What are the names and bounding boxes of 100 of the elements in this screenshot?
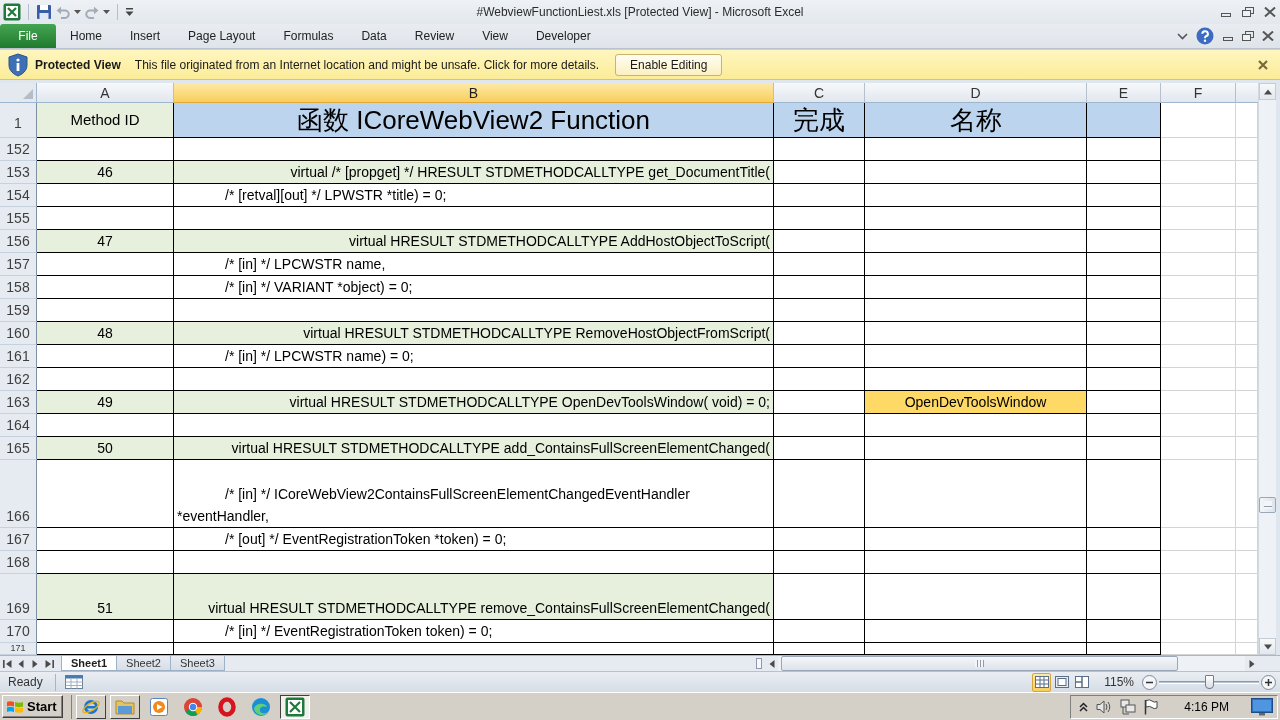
ribbon-tab[interactable]: View xyxy=(468,24,522,48)
row-header[interactable]: 169 xyxy=(0,574,37,620)
speaker-icon[interactable] xyxy=(1096,699,1113,714)
scroll-thumb[interactable] xyxy=(1259,496,1276,513)
row-header[interactable]: 171 xyxy=(0,643,37,655)
row-header[interactable]: 166 xyxy=(0,460,37,528)
dropdown-icon[interactable] xyxy=(125,8,134,16)
close-icon[interactable] xyxy=(1264,7,1276,17)
row-header[interactable]: 161 xyxy=(0,345,37,368)
row-header[interactable]: 157 xyxy=(0,253,37,276)
normal-view-button[interactable] xyxy=(1032,672,1052,692)
arrow-right-icon xyxy=(31,659,39,668)
column-title: 名称 xyxy=(865,103,1087,138)
sheet-tab[interactable]: Sheet2 xyxy=(116,656,171,671)
arrow-right-icon xyxy=(1247,659,1256,668)
column-header[interactable]: B xyxy=(174,83,774,103)
split-handle[interactable] xyxy=(756,658,762,669)
plus-icon xyxy=(1261,674,1276,690)
status-text: Ready xyxy=(8,675,43,689)
column-header[interactable]: C xyxy=(774,83,865,103)
table-cell: /* [in] */ LPCWSTR name, xyxy=(174,253,774,276)
table-cell: virtual HRESULT STDMETHODCALLTYPE add_ContainsFullScreenElementChanged( xyxy=(174,437,774,460)
close-icon[interactable] xyxy=(1262,31,1274,41)
close-icon[interactable] xyxy=(1258,59,1268,70)
table-cell: /* [in] */ EventRegistrationToken token) = 0; xyxy=(174,620,774,643)
table-cell: virtual HRESULT STDMETHODCALLTYPE remove_ContainsFullScreenElementChanged( xyxy=(174,574,774,620)
column-header[interactable]: D xyxy=(865,83,1087,103)
start-flag-icon xyxy=(6,698,24,715)
row-header[interactable]: 162 xyxy=(0,368,37,391)
desktop-icon[interactable] xyxy=(1251,697,1273,716)
ribbon-tab[interactable]: Home xyxy=(56,24,116,48)
column-title: 函数 ICoreWebView2 Function xyxy=(174,103,774,138)
row-header[interactable]: 159 xyxy=(0,299,37,322)
sheet-tab[interactable]: Sheet3 xyxy=(169,656,225,671)
caret-icon[interactable] xyxy=(103,10,110,14)
column-header[interactable]: A xyxy=(37,83,174,103)
ribbon-tab[interactable]: Formulas xyxy=(269,24,348,48)
table-cell: /* [in] */ VARIANT *object) = 0; xyxy=(174,276,774,299)
ribbon-tab[interactable]: Data xyxy=(347,24,401,48)
row-header[interactable]: 155 xyxy=(0,207,37,230)
taskbar-button[interactable] xyxy=(279,694,310,719)
row-header[interactable]: 160 xyxy=(0,322,37,345)
chevron-down-icon[interactable] xyxy=(1177,32,1188,40)
scroll-down-button[interactable] xyxy=(1259,638,1276,655)
row-header[interactable]: 168 xyxy=(0,551,37,574)
caret-icon[interactable] xyxy=(74,10,81,14)
skip-last-icon xyxy=(44,659,54,668)
row-header[interactable]: 154 xyxy=(0,184,37,207)
zoom-out-button[interactable] xyxy=(1142,674,1157,690)
spreadsheet-icon xyxy=(284,696,305,717)
row-header[interactable]: 165 xyxy=(0,437,37,460)
clock[interactable]: 4:16 PM xyxy=(1184,699,1229,714)
network-icon[interactable] xyxy=(1120,698,1137,715)
ring-icon xyxy=(216,696,237,717)
message-text[interactable]: This file originated from an Internet location and might be unsafe. Click for more details. xyxy=(134,57,600,72)
table-cell: 50 xyxy=(37,437,174,460)
row-header[interactable]: 170 xyxy=(0,620,37,643)
ribbon-tab[interactable]: Insert xyxy=(116,24,175,48)
slider-thumb[interactable] xyxy=(1205,674,1214,689)
file-tab[interactable]: File xyxy=(0,24,56,48)
swirl-icon xyxy=(250,696,271,717)
row-header[interactable]: 153 xyxy=(0,161,37,184)
minus-icon xyxy=(1142,674,1157,690)
flag-icon[interactable] xyxy=(1144,698,1159,715)
shield-info-icon xyxy=(8,52,28,77)
spreadsheet-logo-icon[interactable] xyxy=(3,3,21,21)
table-cell: 47 xyxy=(37,230,174,253)
skip-first-icon xyxy=(2,659,12,668)
table-cell: virtual /* [propget] */ HRESULT STDMETHODCALLTYPE get_DocumentTitle( xyxy=(174,161,774,184)
row-header[interactable]: 164 xyxy=(0,414,37,437)
scroll-up-button[interactable] xyxy=(1259,83,1276,100)
row-header[interactable]: 1 xyxy=(0,103,37,138)
save-icon[interactable] xyxy=(36,4,52,20)
row-header[interactable]: 158 xyxy=(0,276,37,299)
zoom-in-button[interactable] xyxy=(1261,674,1276,690)
double-chevron-up-icon[interactable] xyxy=(1079,701,1089,712)
row-header[interactable]: 152 xyxy=(0,138,37,161)
row-header[interactable]: 167 xyxy=(0,528,37,551)
table-cell: /* [out] */ EventRegistrationToken *token) = 0; xyxy=(174,528,774,551)
arrow-down-icon xyxy=(1263,642,1272,651)
row-header[interactable]: 163 xyxy=(0,391,37,414)
start-button[interactable]: Start xyxy=(2,695,63,718)
restore-icon[interactable] xyxy=(1242,7,1254,17)
restore-icon[interactable] xyxy=(1242,31,1254,41)
table-icon[interactable] xyxy=(64,675,83,689)
row-header[interactable]: 156 xyxy=(0,230,37,253)
table-cell: /* [retval][out] */ LPWSTR *title) = 0; xyxy=(174,184,774,207)
arrow-left-icon xyxy=(17,659,25,668)
zoom-level[interactable]: 115% xyxy=(1104,675,1134,689)
ribbon-tab[interactable]: Page Layout xyxy=(174,24,270,48)
vertical-scrollbar[interactable] xyxy=(1258,83,1276,655)
ribbon-tab[interactable]: Review xyxy=(400,24,469,48)
column-header[interactable]: E xyxy=(1087,83,1161,103)
column-header[interactable]: F xyxy=(1161,83,1236,103)
sheet-tab[interactable]: Sheet1 xyxy=(61,656,118,671)
split-page-icon xyxy=(1074,676,1089,688)
ribbon-tab[interactable]: Developer xyxy=(521,24,605,48)
message-title: Protected View xyxy=(35,57,121,72)
help-icon[interactable] xyxy=(1196,27,1214,45)
enable-editing-button[interactable]: Enable Editing xyxy=(615,53,723,76)
